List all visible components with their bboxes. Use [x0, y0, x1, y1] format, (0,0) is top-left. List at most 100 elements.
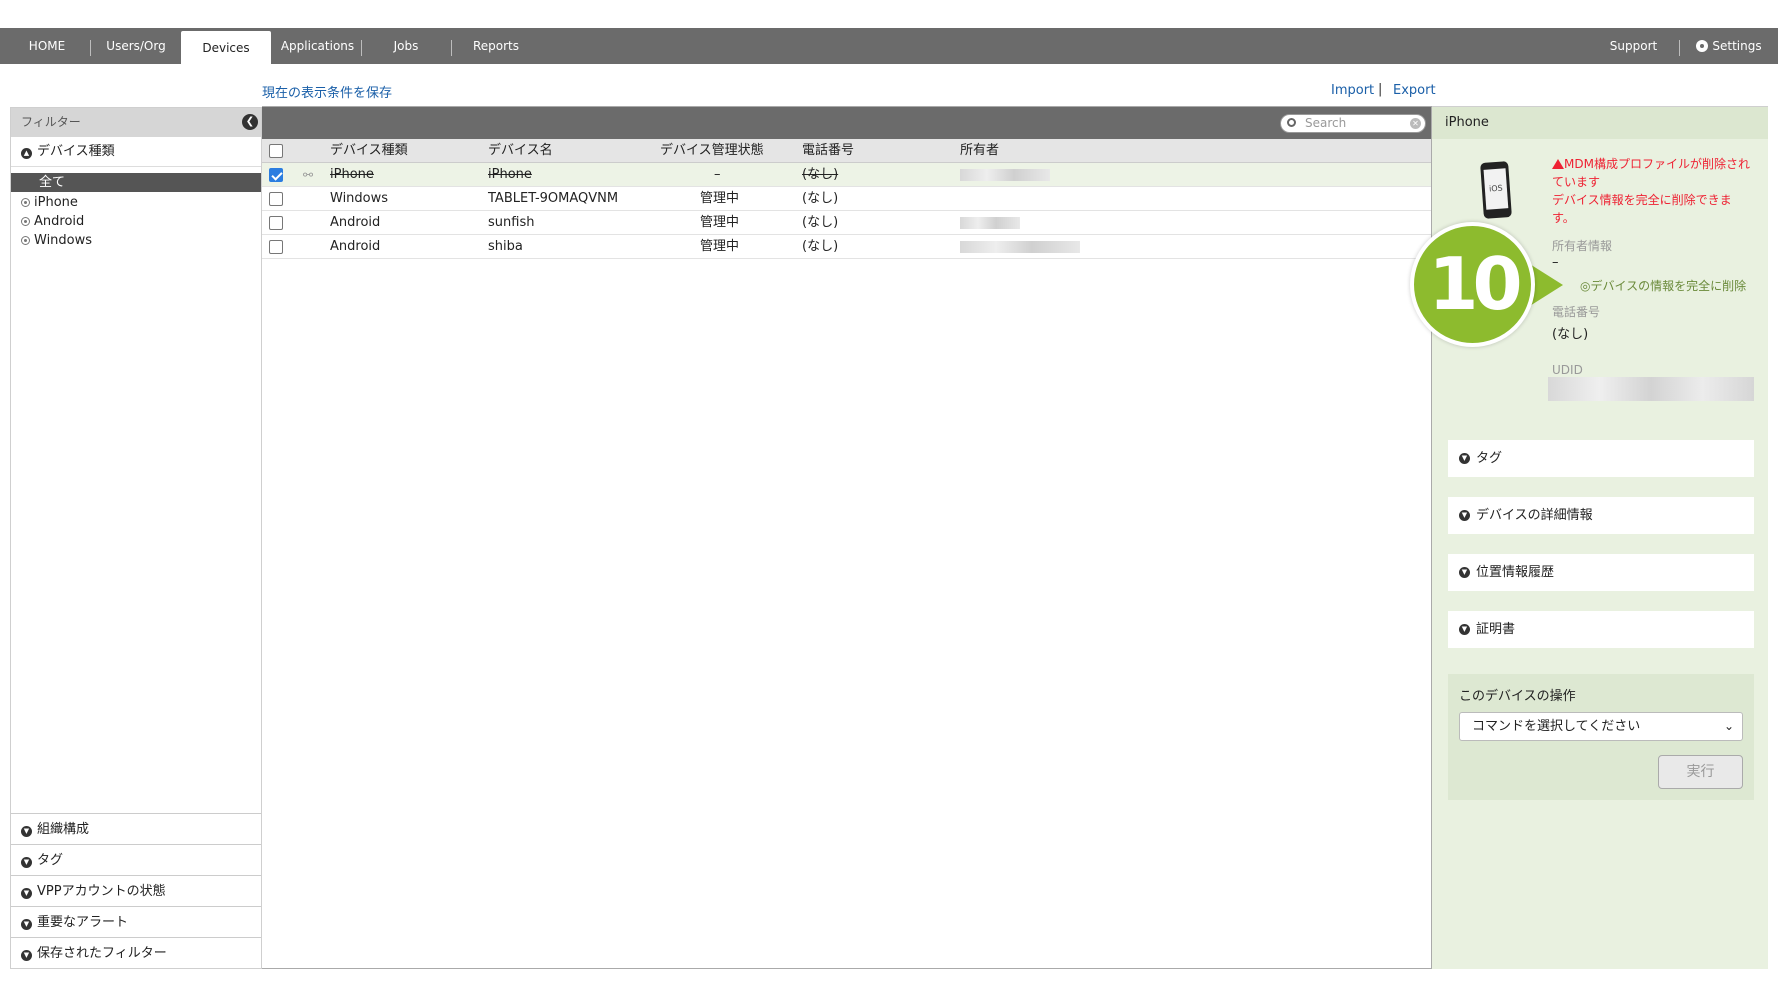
- table-toolbar: Search ✕: [262, 107, 1431, 139]
- section-tag[interactable]: ▼ タグ: [11, 844, 261, 875]
- row-checkbox[interactable]: [269, 192, 283, 206]
- detail-title: iPhone: [1432, 107, 1768, 139]
- device-type-section[interactable]: ▲ デバイス種類: [11, 137, 261, 167]
- device-operations: このデバイスの操作 コマンドを選択してください ⌄ 実行: [1448, 674, 1754, 800]
- expand-icon: [21, 198, 30, 207]
- cell-name: iPhone: [488, 167, 532, 182]
- column-header[interactable]: デバイス管理状態: [660, 139, 764, 163]
- import-link[interactable]: Import: [1331, 83, 1374, 98]
- row-checkbox[interactable]: [269, 240, 283, 254]
- owner-redacted: [960, 217, 1020, 229]
- row-checkbox[interactable]: [269, 216, 283, 230]
- command-select[interactable]: コマンドを選択してください ⌄: [1459, 712, 1743, 741]
- phone-icon: iOS: [1480, 161, 1512, 219]
- section-alerts[interactable]: ▼ 重要なアラート: [11, 906, 261, 937]
- clear-icon[interactable]: ✕: [1410, 118, 1421, 129]
- unlink-icon: ⚯: [302, 168, 314, 182]
- section-org[interactable]: ▼ 組織構成: [11, 813, 261, 844]
- nav-applications[interactable]: Applications: [280, 28, 355, 64]
- row-checkbox[interactable]: [269, 168, 283, 182]
- device-table-panel: Search ✕ デバイス種類 デバイス名 デバイス管理状態 電話番号 所有者 …: [262, 106, 1432, 969]
- filter-item-android[interactable]: Android: [11, 212, 261, 231]
- gear-icon: [1696, 40, 1709, 52]
- cell-type: Android: [330, 239, 381, 254]
- filter-item-iphone[interactable]: iPhone: [11, 193, 261, 212]
- accordion-label: 位置情報履歴: [1476, 565, 1555, 580]
- section-label: 組織構成: [37, 822, 90, 837]
- table-header: デバイス種類 デバイス名 デバイス管理状態 電話番号 所有者: [262, 139, 1431, 163]
- nav-jobs[interactable]: Jobs: [380, 28, 432, 64]
- bullet-icon: ◎: [1580, 279, 1591, 293]
- chevron-up-icon: ▲: [21, 148, 32, 159]
- column-header[interactable]: デバイス種類: [330, 139, 408, 163]
- section-vpp[interactable]: ▼ VPPアカウントの状態: [11, 875, 261, 906]
- table-row[interactable]: ⚯ iPhone iPhone – (なし): [262, 163, 1431, 187]
- cell-name: sunfish: [488, 215, 535, 230]
- nav-separator: [451, 40, 452, 56]
- cell-type: Android: [330, 215, 381, 230]
- search-input[interactable]: Search ✕: [1280, 114, 1426, 133]
- nav-settings[interactable]: Settings: [1692, 28, 1766, 64]
- table-row[interactable]: Android shiba 管理中 (なし): [262, 235, 1431, 259]
- export-link[interactable]: Export: [1393, 83, 1436, 98]
- accordion-device-details[interactable]: ▼ デバイスの詳細情報: [1448, 497, 1754, 534]
- accordion-certificates[interactable]: ▼ 証明書: [1448, 611, 1754, 648]
- search-placeholder: Search: [1305, 116, 1347, 130]
- select-all-checkbox[interactable]: [269, 144, 283, 158]
- filter-item-windows[interactable]: Windows: [11, 231, 261, 250]
- phone-value: (なし): [1552, 327, 1589, 342]
- collapse-panel-icon[interactable]: ❮: [242, 114, 258, 130]
- filter-item-label: 全て: [39, 175, 66, 190]
- nav-users-org[interactable]: Users/Org: [100, 28, 172, 64]
- chevron-down-icon: ▼: [21, 950, 32, 961]
- table-row[interactable]: Android sunfish 管理中 (なし): [262, 211, 1431, 235]
- owner-label: 所有者情報: [1552, 239, 1613, 253]
- cell-status: –: [714, 167, 721, 182]
- filter-item-all[interactable]: 全て: [11, 173, 261, 192]
- save-filter-link[interactable]: 現在の表示条件を保存: [262, 82, 392, 101]
- cell-status: 管理中: [700, 215, 740, 230]
- nav-devices[interactable]: Devices: [181, 31, 271, 64]
- filter-header: フィルター ❮: [11, 108, 261, 137]
- nav-support[interactable]: Support: [1606, 28, 1661, 64]
- delete-link-label: デバイスの情報を完全に削除: [1590, 279, 1747, 293]
- expand-icon: [21, 236, 30, 245]
- step-callout-badge: 10: [1410, 222, 1535, 347]
- filter-panel: フィルター ❮ ▲ デバイス種類 全て iPhone Android Window…: [10, 107, 262, 969]
- chevron-down-icon: ▼: [21, 919, 32, 930]
- accordion-label: 証明書: [1476, 622, 1516, 637]
- accordion-tag[interactable]: ▼ タグ: [1448, 440, 1754, 477]
- chevron-down-icon: ▼: [21, 826, 32, 837]
- execute-button[interactable]: 実行: [1658, 755, 1743, 789]
- chevron-down-icon: ▼: [1459, 510, 1470, 521]
- filter-item-label: Windows: [34, 233, 93, 248]
- chevron-down-icon: ▼: [1459, 624, 1470, 635]
- nav-reports[interactable]: Reports: [466, 28, 526, 64]
- cell-phone: (なし): [802, 215, 839, 230]
- cell-name: TABLET-9OMAQVNM: [488, 191, 619, 206]
- nav-home[interactable]: HOME: [16, 28, 78, 64]
- cell-phone: (なし): [802, 239, 839, 254]
- delete-device-link[interactable]: ◎デバイスの情報を完全に削除: [1580, 277, 1746, 294]
- chevron-down-icon: ▼: [1459, 567, 1470, 578]
- section-label: タグ: [37, 853, 64, 868]
- warning-icon: [1552, 159, 1564, 169]
- table-row[interactable]: Windows TABLET-9OMAQVNM 管理中 (なし): [262, 187, 1431, 211]
- accordion-location-history[interactable]: ▼ 位置情報履歴: [1448, 554, 1754, 591]
- filter-item-label: Android: [34, 214, 85, 229]
- device-type-title: デバイス種類: [37, 144, 115, 159]
- mdm-warning: MDM構成プロファイルが削除されています デバイス情報を完全に削除できます。: [1552, 155, 1752, 227]
- column-header[interactable]: 電話番号: [802, 139, 854, 163]
- column-header[interactable]: デバイス名: [488, 139, 553, 163]
- section-saved-filters[interactable]: ▼ 保存されたフィルター: [11, 937, 261, 968]
- column-header[interactable]: 所有者: [960, 139, 999, 163]
- owner-redacted: [960, 241, 1080, 253]
- link-separator: |: [1378, 82, 1383, 97]
- cell-status: 管理中: [700, 191, 740, 206]
- owner-redacted: [960, 169, 1050, 181]
- section-label: 重要なアラート: [37, 915, 129, 930]
- chevron-down-icon: ▼: [21, 888, 32, 899]
- ios-label: iOS: [1483, 168, 1509, 210]
- cell-status: 管理中: [700, 239, 740, 254]
- accordion-label: タグ: [1476, 451, 1503, 466]
